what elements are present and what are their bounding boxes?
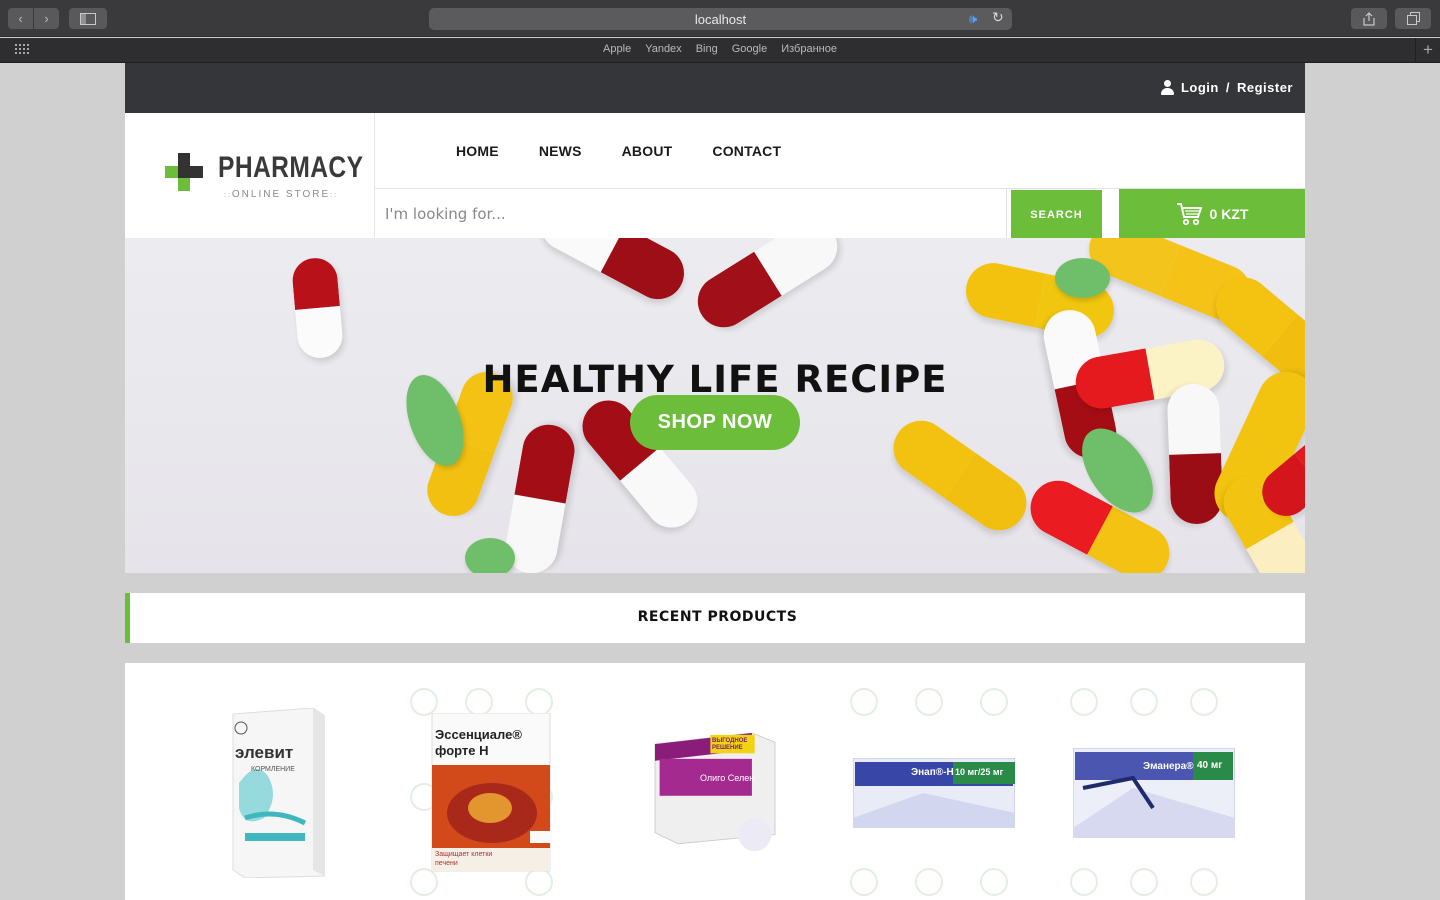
product-enap-n[interactable]: Энап®-Н 10 мг/25 мг [852,757,1016,829]
oligo-selen-brand: Олиго Селен [700,773,755,783]
products-grid: элевит КОРМЛЕНИЕ Эссенциале® форте Н Защ… [125,663,1305,900]
elevit-sub: КОРМЛЕНИЕ [251,766,295,773]
enap-sub: 10 мг/25 мг [955,767,1004,777]
favorite-izbrannoe[interactable]: Избранное [781,43,837,55]
speaker-icon[interactable]: 🕪 [969,11,977,27]
favorite-bing[interactable]: Bing [696,43,718,55]
recent-products-header: RECENT PRODUCTS [125,593,1305,643]
product-essentiale[interactable]: Эссенциале® форте Н Защищает клетки пече… [430,712,555,873]
essentiale-brand: Эссенциале® форте Н [435,727,522,758]
emanera-sub: 40 мг [1197,760,1223,771]
user-icon [1160,80,1174,95]
site-header: PHARMACY ::ONLINE STORE:: HOME NEWS ABOU… [125,113,1305,240]
sidebar-toggle-button[interactable] [69,8,107,29]
pharmacy-site: Login / Register PHARMACY ::ONLINE STORE… [125,63,1305,573]
favorites-bar: Apple Yandex Bing Google Избранное + [0,38,1440,63]
cart-button[interactable]: 0 KZT [1119,189,1305,239]
register-link[interactable]: Register [1237,80,1293,95]
chevron-left-icon: ‹ [18,11,23,26]
cart-total: 0 KZT [1209,206,1249,222]
reload-icon[interactable]: ↻ [992,9,1004,26]
browser-toolbar: ‹ › localhost 🕪 ↻ [0,0,1440,37]
favorite-yandex[interactable]: Yandex [645,43,682,55]
auth-separator: / [1225,80,1230,95]
main-menu: HOME NEWS ABOUT CONTACT [456,143,781,159]
oligo-selen-sub: ВЫГОДНОЕ РЕШЕНИЕ [712,738,748,751]
back-button[interactable]: ‹ [8,8,33,29]
address-bar[interactable]: localhost 🕪 ↻ [429,8,1012,30]
product-elevit[interactable]: элевит КОРМЛЕНИЕ [225,707,326,879]
search-button[interactable]: SEARCH [1011,190,1102,240]
search-input[interactable] [375,189,1007,239]
search-row: SEARCH 0 KZT [375,188,1305,240]
essentiale-sub: Защищает клетки печени [435,851,493,867]
product-oligo-selen[interactable]: Олиго Селен ВЫГОДНОЕ РЕШЕНИЕ [650,732,780,853]
share-button[interactable] [1351,8,1387,29]
menu-contact[interactable]: CONTACT [712,143,781,159]
login-link[interactable]: Login [1181,80,1219,95]
enap-brand: Энап®-Н [911,767,954,778]
plus-icon: + [1423,40,1433,59]
logo-subtitle-text: ONLINE STORE [231,189,331,200]
sidebar-icon [80,12,96,25]
favorite-apple[interactable]: Apple [603,43,631,55]
elevit-brand: элевит [235,743,294,762]
tabs-icon [1406,12,1420,25]
logo-subtitle: ::ONLINE STORE:: [224,189,339,200]
address-text: localhost [694,12,747,27]
product-emanera[interactable]: Эманера® 40 мг [1072,747,1236,839]
chevron-right-icon: › [44,11,49,26]
forward-button[interactable]: › [34,8,59,29]
shop-now-button[interactable]: SHOP NOW [630,395,800,450]
login-register: Login / Register [1160,80,1293,95]
top-bar: Login / Register [125,63,1305,113]
tabs-overview-button[interactable] [1395,8,1431,29]
logo-title: PHARMACY [218,151,364,184]
cart-icon [1176,203,1202,226]
cross-logo-icon [165,153,203,191]
elevit-box-image [232,707,326,879]
recent-products-title: RECENT PRODUCTS [637,609,798,625]
menu-about[interactable]: ABOUT [622,143,673,159]
logo[interactable]: PHARMACY ::ONLINE STORE:: [125,113,375,238]
add-tab-button[interactable]: + [1415,38,1440,63]
menu-news[interactable]: NEWS [539,143,582,159]
share-icon [1363,11,1375,26]
hero-banner: HEALTHY LIFE RECIPE SHOP NOW [125,238,1305,573]
favorite-google[interactable]: Google [732,43,767,55]
emanera-brand: Эманера® [1143,761,1194,772]
menu-home[interactable]: HOME [456,143,499,159]
